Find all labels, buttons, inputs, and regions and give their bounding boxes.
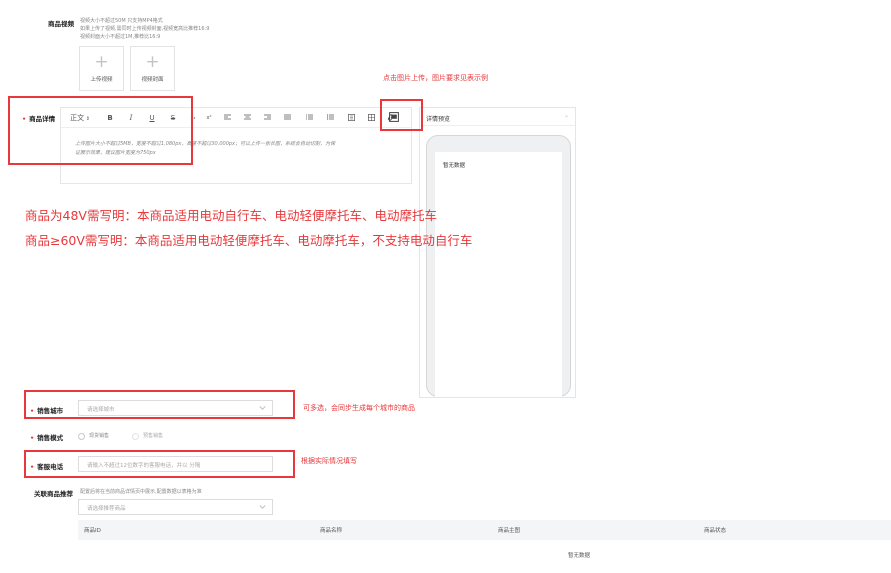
preview-empty-text: 暂无数据 <box>443 163 466 169</box>
detail-label: • 商品详情 <box>22 113 55 123</box>
preview-title: 详情预览 <box>426 116 451 123</box>
related-table-header: 商品ID 商品名称 商品主图 商品状态 <box>78 520 891 540</box>
city-tip-annotation: 可多选，会同步生成每个城市的商品 <box>303 404 415 412</box>
bullet-list-icon <box>326 114 334 120</box>
rule-48v-annotation: 商品为48V需写明：本商品适用电动自行车、电动轻便摩托车、电动摩托车 <box>25 208 437 223</box>
align-center-button[interactable] <box>241 112 253 124</box>
align-center-icon <box>243 114 251 120</box>
mode-spot-label: 现货销售 <box>89 433 110 439</box>
video-hints: 视频大小不超过50M 只支持MP4格式 如果上传了视频,需同时上传视频封面,视频… <box>80 17 209 41</box>
city-label: • 销售城市 <box>30 405 63 415</box>
required-mark: • <box>22 115 27 123</box>
video-hint-1: 视频大小不超过50M 只支持MP4格式 <box>80 18 163 24</box>
chevron-down-icon <box>259 505 266 509</box>
related-hint: 配置后将在当前商品详情页中展示,配置数据以表格为准 <box>80 489 202 495</box>
ordered-list-button[interactable] <box>303 112 315 124</box>
mode-spot-radio[interactable] <box>78 433 85 440</box>
indent-icon <box>347 114 355 121</box>
indent-button[interactable] <box>345 112 357 124</box>
format-chevron-icon: ⇕ <box>84 116 90 122</box>
required-mark: • <box>30 407 35 415</box>
phone-placeholder: 请输入不超过12位数字的客服电话，并以 分隔 <box>87 463 201 469</box>
city-placeholder: 请选择城市 <box>87 407 115 413</box>
phone-label: • 客服电话 <box>30 461 63 471</box>
related-label: 关联商品推荐 <box>34 490 73 498</box>
upload-cover-button[interactable]: + 视频封面 <box>130 46 175 91</box>
video-hint-3: 视频封面大小不超过1M,推荐比16:9 <box>80 34 161 40</box>
plus-icon: + <box>94 52 109 72</box>
phone-input[interactable]: 请输入不超过12位数字的客服电话，并以 分隔 <box>78 456 273 472</box>
bold-button[interactable]: B <box>104 112 116 124</box>
preview-header: 详情预览 ⌄ <box>420 108 575 126</box>
chevron-down-icon <box>259 406 266 410</box>
bullet-list-button[interactable] <box>324 112 336 124</box>
underline-button[interactable]: U <box>146 112 158 124</box>
subscript-button[interactable]: x₂ <box>187 112 199 124</box>
editor-toolbar: 正文 ⇕ B I U S x₂ x² <box>61 108 411 128</box>
align-left-icon <box>223 114 231 120</box>
required-mark: • <box>30 434 35 442</box>
video-label: 商品视频 <box>48 20 74 28</box>
strike-button[interactable]: S <box>167 112 179 124</box>
rule-60v-annotation: 商品≥60V需写明：本商品适用电动轻便摩托车、电动摩托车，不支持电动自行车 <box>25 233 473 248</box>
editor-hint-line-1: 上传图片大小不超过5MB，宽度不超过1,080px，高度不超过30,000px；… <box>75 141 336 147</box>
city-label-text: 销售城市 <box>37 407 64 415</box>
align-right-button[interactable] <box>261 112 273 124</box>
justify-button[interactable] <box>281 112 293 124</box>
related-table-empty: 暂无数据 <box>568 553 591 559</box>
phone-screen: 暂无数据 <box>435 152 562 397</box>
column-product-status: 商品状态 <box>704 528 727 534</box>
editor-placeholder: 上传图片大小不超过5MB，宽度不超过1,080px，高度不超过30,000px；… <box>75 140 405 158</box>
upload-cover-label: 视频封面 <box>141 77 164 83</box>
ordered-list-icon <box>305 114 313 120</box>
upload-video-button[interactable]: + 上传视频 <box>79 46 124 91</box>
rich-text-editor[interactable]: 正文 ⇕ B I U S x₂ x² 上传图片大小不超过5MB，宽度不超过1,0… <box>60 107 412 184</box>
format-select[interactable]: 正文 ⇕ <box>66 112 94 124</box>
mode-presale-label: 预售销售 <box>143 433 164 439</box>
mode-presale-radio[interactable] <box>132 433 139 440</box>
video-hint-2: 如果上传了视频,需同时上传视频封面,视频宽高比推荐16:9 <box>80 26 210 32</box>
italic-button[interactable]: I <box>125 112 137 124</box>
phone-frame: 暂无数据 <box>426 135 571 397</box>
collapse-icon[interactable]: ⌄ <box>564 112 569 119</box>
related-placeholder: 请选择推荐商品 <box>87 506 126 512</box>
justify-icon <box>283 114 291 120</box>
upload-tip-annotation: 点击图片上传，图片要求见表示例 <box>383 74 488 82</box>
city-select[interactable]: 请选择城市 <box>78 400 273 416</box>
plus-icon: + <box>145 52 160 72</box>
column-product-image: 商品主图 <box>498 528 521 534</box>
column-product-id: 商品ID <box>84 528 101 534</box>
mode-label: • 销售模式 <box>30 432 63 442</box>
align-right-icon <box>263 114 271 120</box>
image-upload-button[interactable] <box>388 111 400 123</box>
table-icon <box>367 114 375 121</box>
editor-hint-line-2: 证展示效果，建议图片宽度为750px <box>75 150 156 156</box>
image-icon <box>389 112 399 122</box>
related-select[interactable]: 请选择推荐商品 <box>78 499 273 515</box>
mode-label-text: 销售模式 <box>37 434 64 442</box>
phone-tip-annotation: 根据实际情况填写 <box>301 457 357 465</box>
detail-label-text: 商品详情 <box>29 115 56 123</box>
column-product-name: 商品名称 <box>320 528 343 534</box>
table-button[interactable] <box>365 112 377 124</box>
align-left-button[interactable] <box>221 112 233 124</box>
required-mark: • <box>30 463 35 471</box>
superscript-button[interactable]: x² <box>203 112 215 124</box>
detail-preview-panel: 详情预览 ⌄ 暂无数据 <box>419 107 576 398</box>
format-label: 正文 <box>70 114 85 122</box>
phone-label-text: 客服电话 <box>37 463 64 471</box>
upload-video-label: 上传视频 <box>90 77 113 83</box>
